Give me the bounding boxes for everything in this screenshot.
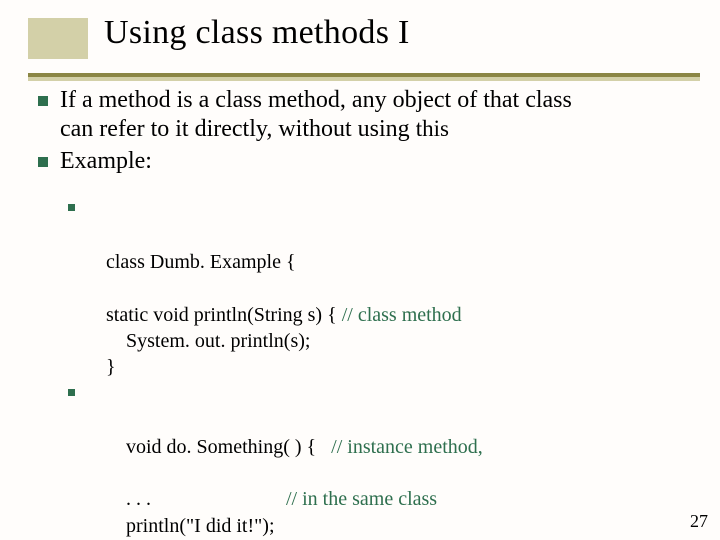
title-accent-box [28,18,88,59]
code-line-5: . . . // in the same class [86,486,692,512]
code-line-1: static void println(String s) { // class… [86,302,692,328]
code-l4-pre: void do. Something( ) { [106,436,331,458]
square-bullet-icon [68,204,75,211]
keyword-this: this [416,116,449,141]
code-l1-pre: static void println(String s) { [86,304,342,326]
code-line-6: println("I did it!"); [86,513,692,539]
bullet-0-line-a: If a method is a class method, any objec… [60,87,572,113]
code-l5-pre: . . . [86,488,286,510]
bullet-item-1: Example: [38,147,696,176]
code-l0: class Dumb. Example { [106,251,296,273]
page-title: Using class methods I [104,14,410,52]
content-area: If a method is a class method, any objec… [38,86,696,178]
code-l4-comment: // instance method, [331,436,483,458]
code-l5-comment: // in the same class [286,488,437,510]
code-l1-comment: // class method [342,304,462,326]
page-number: 27 [690,511,708,532]
bullet-item-0: If a method is a class method, any objec… [38,86,696,145]
code-line-2: System. out. println(s); [86,328,692,354]
square-bullet-icon [38,96,48,106]
bullet-text-0: If a method is a class method, any objec… [60,86,572,145]
bullet-text-1: Example: [60,147,152,176]
bullet-0-line-b: can refer to it directly, without using [60,116,416,142]
code-block: class Dumb. Example { static void printl… [86,196,692,540]
square-bullet-icon [68,389,75,396]
title-underline-light [28,77,700,81]
code-line-0: class Dumb. Example { [86,196,692,302]
square-bullet-icon [38,157,48,167]
code-line-3: } [86,354,692,380]
code-line-4: void do. Something( ) { // instance meth… [86,381,692,487]
